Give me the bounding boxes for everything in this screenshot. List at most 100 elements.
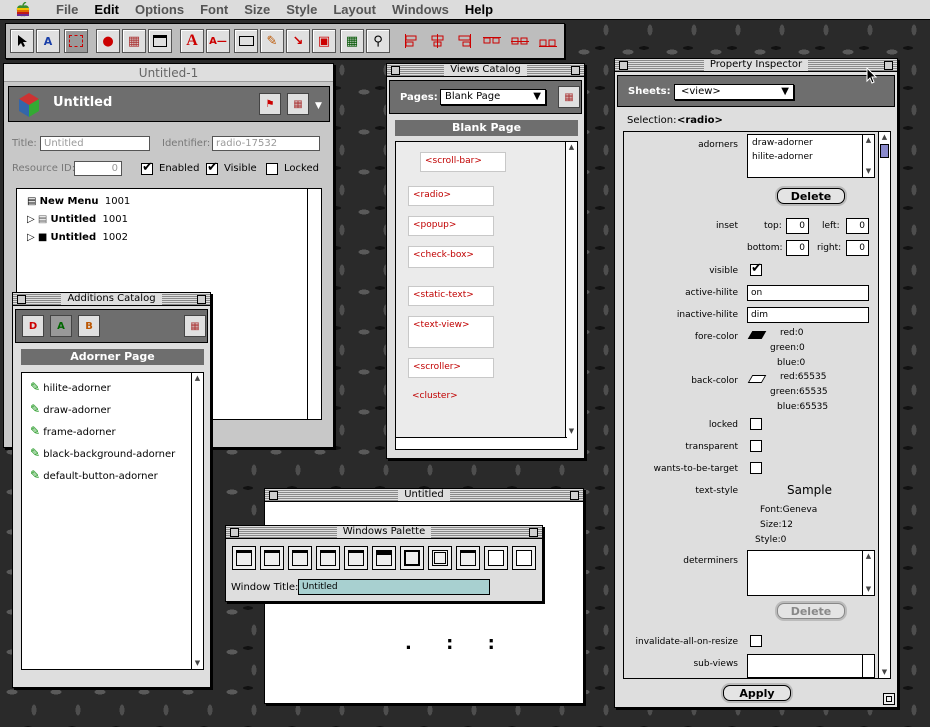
adorner-page-tool-icon[interactable]: A <box>50 315 72 337</box>
sheets-popup[interactable]: <view> ▼ <box>674 84 794 100</box>
inset-top-field[interactable]: 0 <box>786 218 809 234</box>
menu-file[interactable]: File <box>48 2 86 17</box>
view-item[interactable]: <scroll-bar> <box>420 152 506 172</box>
distribute-bottom-icon[interactable] <box>536 29 560 53</box>
delete-determiner-button[interactable]: Delete <box>777 603 845 619</box>
window-style-dialog-icon[interactable] <box>372 546 396 570</box>
view-item[interactable]: <cluster> <box>408 388 494 408</box>
scroll-up-icon[interactable]: ▲ <box>566 142 577 153</box>
text-arrow-tool-icon[interactable]: A <box>36 29 60 53</box>
menu-options[interactable]: Options <box>127 2 192 17</box>
menu-style[interactable]: Style <box>278 2 325 17</box>
list-item[interactable]: ✎ draw-adorner <box>30 402 111 416</box>
grow-box-icon[interactable] <box>883 693 895 705</box>
sub-views-scrollbar[interactable] <box>862 655 874 677</box>
property-tool-icon[interactable]: ✎ <box>260 29 284 53</box>
identifier-field[interactable]: radio-17532 <box>212 136 320 151</box>
views-hscrollbar[interactable] <box>396 437 567 449</box>
zoom-box-icon[interactable] <box>571 66 580 75</box>
determiners-scrollbar[interactable]: ▲ ▼ <box>862 551 874 595</box>
window-style-document-icon[interactable] <box>232 546 256 570</box>
window-style-nogrow-icon[interactable] <box>316 546 340 570</box>
stack-tool-icon[interactable]: ▦ <box>122 29 146 53</box>
locked-checkbox[interactable] <box>750 418 762 430</box>
list-item[interactable]: ✎ frame-adorner <box>30 424 116 438</box>
tree-row[interactable]: ▷ ▤ Untitled 1001 <box>27 214 128 225</box>
distribute-top-icon[interactable] <box>480 29 504 53</box>
inset-left-field[interactable]: 0 <box>846 218 869 234</box>
locked-checkbox[interactable] <box>266 163 278 175</box>
tree-row[interactable]: ▤ New Menu 1001 <box>27 196 130 207</box>
scroll-up-icon[interactable]: ▲ <box>192 373 203 384</box>
view-item[interactable]: <scroller> <box>408 358 494 378</box>
view-item[interactable]: <static-text> <box>408 286 494 306</box>
align-left-icon[interactable] <box>400 29 424 53</box>
adorner-tool-icon[interactable]: ● <box>96 29 120 53</box>
menu-help[interactable]: Help <box>457 2 501 17</box>
static-text-tool-icon[interactable]: A— <box>206 29 230 53</box>
scroll-down-icon[interactable]: ▼ <box>863 584 874 595</box>
resource-id-field[interactable]: 0 <box>74 161 122 176</box>
scroll-thumb[interactable] <box>880 144 889 158</box>
align-right-icon[interactable] <box>452 29 476 53</box>
grid-tool-icon[interactable]: ▦ <box>340 29 364 53</box>
fore-color-swatch[interactable] <box>747 331 767 339</box>
scroll-down-icon[interactable]: ▼ <box>863 166 874 177</box>
window-style-grow-icon[interactable] <box>288 546 312 570</box>
tree-row[interactable]: ▷ ■ Untitled 1002 <box>27 232 128 243</box>
view-item[interactable]: <check-box> <box>408 246 494 268</box>
zoom-box-icon[interactable] <box>197 295 206 304</box>
marquee-tool-icon[interactable] <box>64 29 88 53</box>
transparent-checkbox[interactable] <box>750 440 762 452</box>
cluster-tool-icon[interactable]: ▣ <box>312 29 336 53</box>
inset-bottom-field[interactable]: 0 <box>786 240 809 256</box>
list-item[interactable]: ✎ black-background-adorner <box>30 446 175 460</box>
determiners-list[interactable]: ▲ ▼ <box>747 550 875 596</box>
delete-adorner-button[interactable]: Delete <box>777 188 845 204</box>
distribute-middle-icon[interactable] <box>508 29 532 53</box>
zoom-box-icon[interactable] <box>884 61 893 70</box>
edit-text-tool-icon[interactable] <box>234 29 258 53</box>
menu-edit[interactable]: Edit <box>86 2 127 17</box>
zoom-box-icon[interactable] <box>529 528 538 537</box>
stack-button-icon[interactable]: ▦ <box>558 86 580 108</box>
draw-adorner-tool-icon[interactable]: D <box>22 315 44 337</box>
window-style-modal-icon[interactable] <box>428 546 452 570</box>
arrow-tool-icon[interactable] <box>10 29 34 53</box>
window-style-alert-icon[interactable] <box>456 546 480 570</box>
behavior-tool-icon[interactable]: B <box>78 315 100 337</box>
properties-scrollbar[interactable]: ▲ ▼ <box>878 132 890 678</box>
inactive-hilite-field[interactable]: dim <box>747 307 869 323</box>
zoom-box-icon[interactable] <box>570 491 579 500</box>
view-item[interactable]: <radio> <box>408 186 494 206</box>
scroll-up-icon[interactable]: ▲ <box>863 551 874 562</box>
window-style-floating-icon[interactable] <box>344 546 368 570</box>
view-item[interactable]: <text-view> <box>408 316 494 348</box>
menu-font[interactable]: Font <box>192 2 236 17</box>
text-tool-icon[interactable]: A <box>180 29 204 53</box>
inset-right-field[interactable]: 0 <box>846 240 869 256</box>
pages-popup[interactable]: Blank Page ▼ <box>440 89 546 105</box>
link-tool-icon[interactable]: ↘ <box>286 29 310 53</box>
adorners-scrollbar[interactable]: ▲ ▼ <box>862 135 874 177</box>
enabled-checkbox[interactable] <box>141 160 153 175</box>
scroll-up-icon[interactable]: ▲ <box>863 135 874 146</box>
list-item[interactable]: draw-adorner <box>752 138 813 148</box>
header-dropdown-icon[interactable]: ▼ <box>315 101 322 111</box>
close-box-icon[interactable] <box>17 295 26 304</box>
scroll-down-icon[interactable]: ▼ <box>192 658 203 669</box>
view-item[interactable]: <popup> <box>408 216 494 236</box>
visible-checkbox[interactable] <box>750 261 762 276</box>
window-style-plain-icon[interactable] <box>484 546 508 570</box>
window-style-zoom-icon[interactable] <box>260 546 284 570</box>
align-center-icon[interactable] <box>426 29 450 53</box>
menu-size[interactable]: Size <box>236 2 278 17</box>
disclosure-triangle-icon[interactable]: ▷ <box>27 214 35 225</box>
apply-button[interactable]: Apply <box>723 685 791 701</box>
adorner-scrollbar[interactable]: ▲ ▼ <box>191 373 203 669</box>
visible-checkbox[interactable] <box>206 160 218 175</box>
list-item[interactable]: ✎ hilite-adorner <box>30 380 111 394</box>
text-style-sample[interactable]: Sample <box>787 483 832 497</box>
zoom-tool-icon[interactable]: ⚲ <box>366 29 390 53</box>
window-tool-icon[interactable] <box>148 29 172 53</box>
